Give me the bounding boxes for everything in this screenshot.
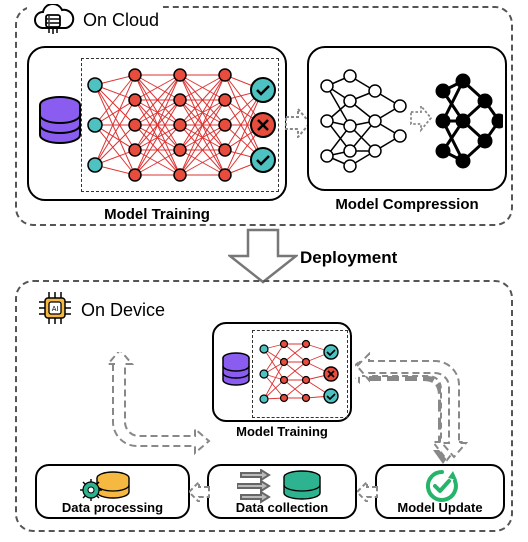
flow-arrow-right-down-icon	[355, 352, 495, 475]
database-icon	[37, 96, 83, 157]
cloud-title: On Cloud	[83, 10, 159, 31]
model-training-box	[27, 46, 287, 201]
database-icon-small	[220, 352, 252, 397]
model-compression-box	[307, 46, 507, 191]
neural-network-icon	[85, 60, 279, 195]
device-model-training-box	[212, 322, 352, 422]
svg-text:AI: AI	[52, 306, 59, 313]
neural-network-icon-small	[256, 334, 346, 419]
deployment-label: Deployment	[300, 248, 397, 268]
cloud-section: On Cloud	[15, 6, 513, 226]
flow-arrow-collection-to-processing-icon	[189, 482, 211, 507]
model-compression-caption: Model Compression	[317, 196, 497, 213]
chip-icon: AI	[37, 290, 73, 331]
model-training-caption: Model Training	[67, 206, 247, 223]
data-collection-caption: Data collection	[209, 500, 355, 515]
cloud-header: On Cloud	[27, 4, 163, 36]
device-header: AI On Device	[37, 290, 165, 331]
data-collection-box: Data collection	[207, 464, 357, 519]
flow-arrow-update-to-collection-icon	[357, 482, 379, 507]
flow-arrow-left-up-icon	[73, 352, 218, 475]
device-title: On Device	[81, 300, 165, 321]
device-section: AI On Device	[15, 280, 513, 532]
model-update-caption: Model Update	[377, 500, 503, 515]
data-processing-caption: Data processing	[37, 500, 188, 515]
compression-network-icon	[315, 66, 503, 179]
cloud-icon	[31, 4, 75, 36]
device-model-training-caption: Model Training	[217, 424, 347, 439]
